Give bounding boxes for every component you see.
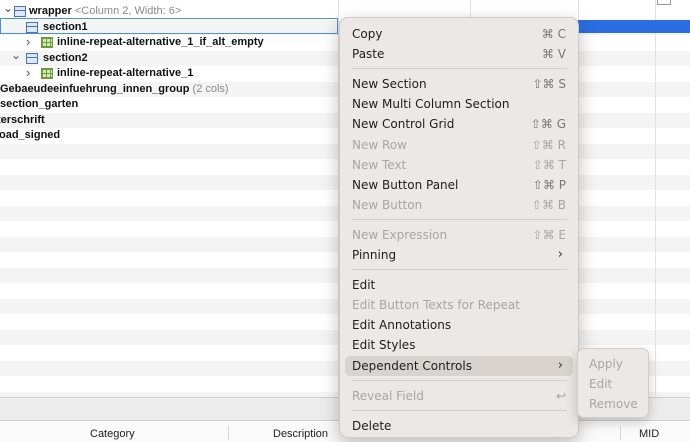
node-name: terschrift — [0, 113, 45, 126]
menu-item-paste[interactable]: Paste ⌘ V — [345, 44, 573, 64]
tree-row-label: terschrift — [0, 114, 45, 127]
menu-item-label: New Multi Column Section — [352, 97, 510, 112]
node-meta: (2 cols) — [189, 82, 229, 95]
chevron-right-icon: › — [557, 247, 563, 262]
menu-item-label: Edit — [352, 278, 376, 293]
node-meta: <Column 2, Width: 6> — [71, 5, 182, 17]
chevron-right-icon[interactable]: › — [26, 66, 30, 79]
menu-separator — [352, 68, 567, 70]
control-grid-icon — [41, 68, 53, 79]
menu-item-label: Reveal Field — [352, 388, 424, 403]
menu-item-copy[interactable]: Copy ⌘ C — [345, 24, 573, 44]
chevron-down-icon[interactable]: ⌄ — [11, 48, 21, 62]
menu-item-label: New Row — [352, 137, 407, 152]
menu-item-shortcut: ⇧⌘ T — [532, 157, 566, 172]
menu-item-shortcut: ⇧⌘ S — [532, 77, 567, 92]
submenu-item-edit[interactable]: Edit — [589, 377, 612, 391]
tree-row-label: section1 — [43, 21, 88, 34]
column-divider[interactable] — [620, 426, 621, 440]
node-name: section1 — [43, 20, 88, 33]
menu-item-label: Edit Annotations — [352, 318, 452, 333]
tree-row-label: section2 — [43, 52, 88, 65]
menu-item-shortcut: ⌘ C — [541, 27, 566, 41]
column-header-mid[interactable]: MID — [639, 428, 659, 440]
menu-item-dependent-controls[interactable]: Dependent Controls › — [345, 355, 573, 376]
menu-item-label: Delete — [352, 418, 392, 433]
menu-item-delete[interactable]: Delete — [345, 416, 573, 436]
menu-separator — [352, 409, 567, 411]
tree-row-label: wrapper <Column 2, Width: 6> — [29, 5, 181, 18]
node-name: section2 — [43, 51, 88, 64]
node-name: inline-repeat-alternative_1_if_alt_empty — [57, 36, 264, 48]
menu-item-label: New Expression — [352, 227, 448, 242]
menu-separator — [352, 269, 567, 271]
menu-item-label: New Text — [352, 157, 407, 172]
column-header-description[interactable]: Description — [273, 428, 328, 440]
chevron-down-icon[interactable]: ⌄ — [3, 2, 13, 15]
menu-item-label: New Control Grid — [352, 117, 455, 132]
node-name: wrapper — [29, 5, 72, 17]
tree-row-label: section_garten — [0, 98, 78, 111]
menu-item-new-control-grid[interactable]: New Control Grid ⇧⌘ G — [345, 114, 573, 134]
section-icon — [14, 6, 26, 17]
menu-item-edit-button-texts-for-repeat[interactable]: Edit Button Texts for Repeat — [345, 295, 573, 315]
submenu-item-apply[interactable]: Apply — [589, 357, 623, 371]
menu-item-new-expression[interactable]: New Expression ⇧⌘ E — [345, 225, 573, 245]
menu-item-label: New Button — [352, 197, 423, 212]
menu-item-shortcut: ⇧⌘ P — [532, 177, 566, 192]
menu-item-label: Edit Button Texts for Repeat — [352, 298, 520, 313]
menu-item-new-row[interactable]: New Row ⇧⌘ R — [345, 135, 573, 155]
menu-separator — [352, 218, 567, 220]
dependent-controls-submenu: Apply Edit Remove — [577, 348, 649, 418]
menu-item-label: Edit Styles — [352, 338, 416, 353]
tree-row-label: inline-repeat-alternative_1_if_alt_empty — [57, 36, 264, 49]
column-resize-handle[interactable] — [657, 0, 671, 5]
menu-item-shortcut: ↩ — [555, 388, 566, 403]
menu-item-shortcut: ⇧⌘ B — [531, 197, 566, 212]
node-name: inline-repeat-alternative_1 — [57, 67, 194, 79]
menu-item-label: New Button Panel — [352, 177, 459, 192]
menu-item-reveal-field[interactable]: Reveal Field ↩ — [345, 386, 573, 406]
menu-item-new-button[interactable]: New Button ⇧⌘ B — [345, 195, 573, 215]
node-name: Gebaeudeeinfuehrung_innen_group — [0, 82, 190, 95]
menu-item-pinning[interactable]: Pinning › — [345, 245, 573, 265]
menu-item-edit-annotations[interactable]: Edit Annotations — [345, 315, 573, 335]
menu-item-label: Paste — [352, 47, 385, 62]
node-name: section_garten — [0, 98, 79, 110]
tree-row-label: Gebaeudeeinfuehrung_innen_group (2 cols) — [0, 83, 229, 96]
menu-item-new-multi-column-section[interactable]: New Multi Column Section — [345, 94, 573, 114]
menu-item-edit-styles[interactable]: Edit Styles — [345, 335, 573, 355]
menu-item-edit[interactable]: Edit — [345, 275, 573, 295]
menu-item-shortcut: ⇧⌘ G — [530, 117, 566, 132]
menu-item-new-button-panel[interactable]: New Button Panel ⇧⌘ P — [345, 175, 573, 195]
menu-item-new-text[interactable]: New Text ⇧⌘ T — [345, 155, 573, 175]
menu-item-new-section[interactable]: New Section ⇧⌘ S — [345, 74, 573, 94]
menu-item-shortcut: ⇧⌘ R — [531, 137, 566, 152]
chevron-right-icon: › — [557, 357, 563, 373]
menu-item-label: Pinning — [352, 248, 397, 262]
control-grid-icon — [41, 37, 53, 48]
menu-item-label: New Section — [352, 77, 427, 92]
tree-row-label: oad_signed — [0, 129, 60, 142]
menu-item-shortcut: ⌘ V — [541, 47, 566, 62]
column-divider[interactable] — [228, 426, 229, 440]
menu-separator — [352, 379, 567, 381]
section-icon — [26, 21, 38, 33]
chevron-right-icon[interactable]: › — [26, 35, 30, 48]
context-menu: Copy ⌘ C Paste ⌘ V New Section ⇧⌘ S New Multi … — [339, 17, 579, 438]
menu-item-shortcut: ⇧⌘ E — [532, 227, 566, 242]
menu-item-label: Dependent Controls — [352, 358, 472, 373]
tree-row-label: inline-repeat-alternative_1 — [57, 67, 193, 80]
node-name: oad_signed — [0, 129, 61, 141]
menu-item-label: Copy — [352, 27, 383, 41]
column-header-category[interactable]: Category — [90, 428, 135, 440]
section-icon — [26, 52, 38, 64]
submenu-item-remove[interactable]: Remove — [589, 397, 638, 411]
